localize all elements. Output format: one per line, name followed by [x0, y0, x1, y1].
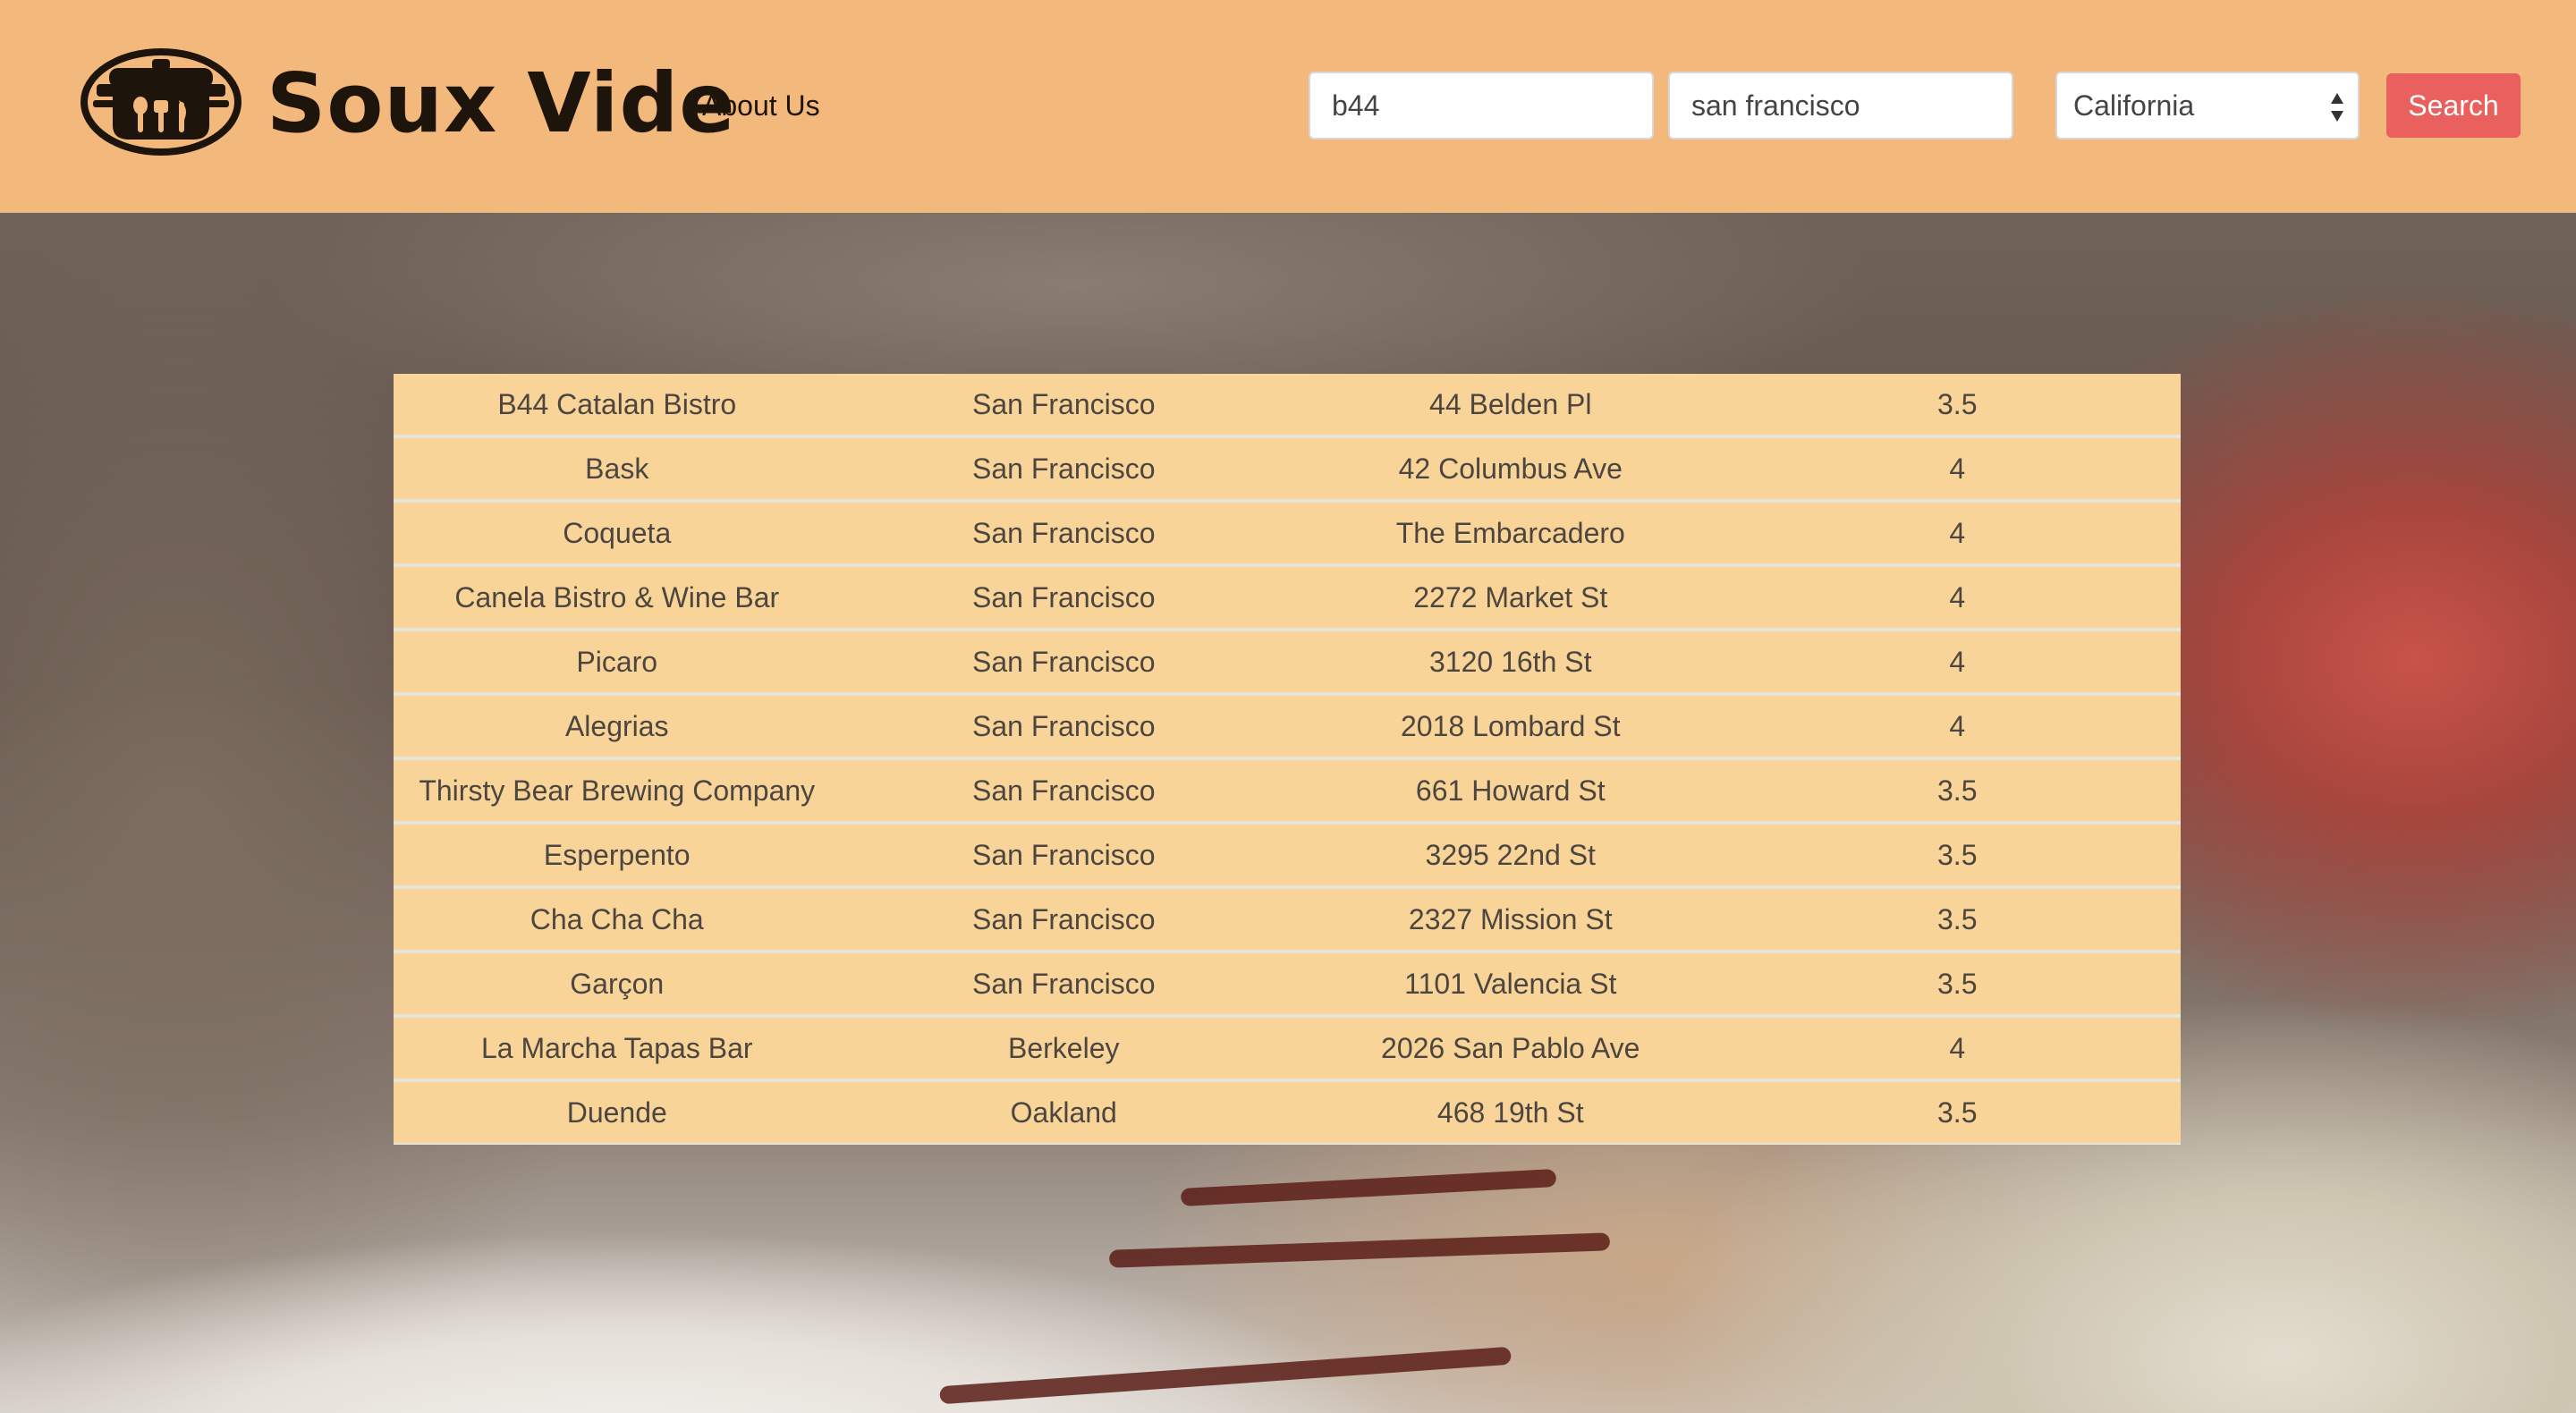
address-cell: 661 Howard St [1287, 760, 1734, 825]
rating-cell: 3.5 [1733, 374, 2181, 438]
table-row[interactable]: B44 Catalan Bistro San Francisco 44 Belden… [394, 374, 2181, 438]
address-cell: 42 Columbus Ave [1287, 438, 1734, 503]
table-row[interactable]: Duende Oakland 468 19th St 3.5 [394, 1082, 2181, 1145]
restaurant-name-cell: Picaro [394, 631, 841, 696]
brand-title[interactable]: Soux Vide [267, 50, 736, 157]
rating-cell: 3.5 [1733, 953, 2181, 1018]
city-cell: San Francisco [840, 567, 1287, 631]
state-select[interactable]: California [2055, 72, 2360, 140]
rating-cell: 3.5 [1733, 1082, 2181, 1145]
decorative-sauce-stroke [1108, 1232, 1611, 1268]
address-cell: 2018 Lombard St [1287, 696, 1734, 760]
city-cell: San Francisco [840, 825, 1287, 889]
decorative-sauce-stroke [939, 1346, 1512, 1405]
address-cell: 44 Belden Pl [1287, 374, 1734, 438]
city-cell: Berkeley [840, 1018, 1287, 1082]
restaurant-name-cell: La Marcha Tapas Bar [394, 1018, 841, 1082]
restaurant-name-cell: Coqueta [394, 503, 841, 567]
rating-cell: 4 [1733, 503, 2181, 567]
restaurant-name-cell: Esperpento [394, 825, 841, 889]
city-cell: San Francisco [840, 503, 1287, 567]
restaurant-name-cell: B44 Catalan Bistro [394, 374, 841, 438]
city-cell: San Francisco [840, 631, 1287, 696]
city-search-input[interactable] [1668, 72, 2013, 140]
city-cell: San Francisco [840, 760, 1287, 825]
restaurant-name-cell: Alegrias [394, 696, 841, 760]
rating-cell: 3.5 [1733, 760, 2181, 825]
pot-with-utensils-icon[interactable] [79, 48, 243, 156]
rating-cell: 4 [1733, 567, 2181, 631]
city-cell: San Francisco [840, 953, 1287, 1018]
restaurant-name-cell: Bask [394, 438, 841, 503]
city-cell: San Francisco [840, 438, 1287, 503]
table-row[interactable]: Coqueta San Francisco The Embarcadero 4 [394, 503, 2181, 567]
restaurant-name-cell: Cha Cha Cha [394, 889, 841, 953]
state-select-value: California [2073, 89, 2195, 122]
restaurant-name-cell: Thirsty Bear Brewing Company [394, 760, 841, 825]
restaurant-name-cell: Garçon [394, 953, 841, 1018]
table-row[interactable]: Thirsty Bear Brewing Company San Francisc… [394, 760, 2181, 825]
rating-cell: 3.5 [1733, 825, 2181, 889]
site-header: Soux Vide About Us California Search [0, 0, 2576, 213]
table-row[interactable]: Garçon San Francisco 1101 Valencia St 3.5 [394, 953, 2181, 1018]
search-button[interactable]: Search [2386, 73, 2521, 138]
decorative-sauce-stroke [1180, 1169, 1557, 1206]
rating-cell: 4 [1733, 631, 2181, 696]
results-table: B44 Catalan Bistro San Francisco 44 Belden… [394, 374, 2181, 1145]
address-cell: 1101 Valencia St [1287, 953, 1734, 1018]
rating-cell: 3.5 [1733, 889, 2181, 953]
rating-cell: 4 [1733, 438, 2181, 503]
keyword-search-input[interactable] [1309, 72, 1654, 140]
address-cell: 468 19th St [1287, 1082, 1734, 1145]
address-cell: 3120 16th St [1287, 631, 1734, 696]
nav-about-us-link[interactable]: About Us [702, 86, 820, 125]
restaurant-name-cell: Canela Bistro & Wine Bar [394, 567, 841, 631]
table-row[interactable]: Canela Bistro & Wine Bar San Francisco 227… [394, 567, 2181, 631]
results-table-body: B44 Catalan Bistro San Francisco 44 Belden… [394, 374, 2181, 1145]
select-arrows-icon [2331, 93, 2343, 122]
restaurant-name-cell: Duende [394, 1082, 841, 1145]
table-row[interactable]: Esperpento San Francisco 3295 22nd St 3.5 [394, 825, 2181, 889]
city-cell: Oakland [840, 1082, 1287, 1145]
table-row[interactable]: Alegrias San Francisco 2018 Lombard St 4 [394, 696, 2181, 760]
city-cell: San Francisco [840, 374, 1287, 438]
rating-cell: 4 [1733, 1018, 2181, 1082]
address-cell: 2026 San Pablo Ave [1287, 1018, 1734, 1082]
address-cell: The Embarcadero [1287, 503, 1734, 567]
table-row[interactable]: Cha Cha Cha San Francisco 2327 Mission St 3… [394, 889, 2181, 953]
address-cell: 2272 Market St [1287, 567, 1734, 631]
table-row[interactable]: Bask San Francisco 42 Columbus Ave 4 [394, 438, 2181, 503]
address-cell: 3295 22nd St [1287, 825, 1734, 889]
city-cell: San Francisco [840, 889, 1287, 953]
table-row[interactable]: Picaro San Francisco 3120 16th St 4 [394, 631, 2181, 696]
city-cell: San Francisco [840, 696, 1287, 760]
table-row[interactable]: La Marcha Tapas Bar Berkeley 2026 San Pabl… [394, 1018, 2181, 1082]
rating-cell: 4 [1733, 696, 2181, 760]
address-cell: 2327 Mission St [1287, 889, 1734, 953]
